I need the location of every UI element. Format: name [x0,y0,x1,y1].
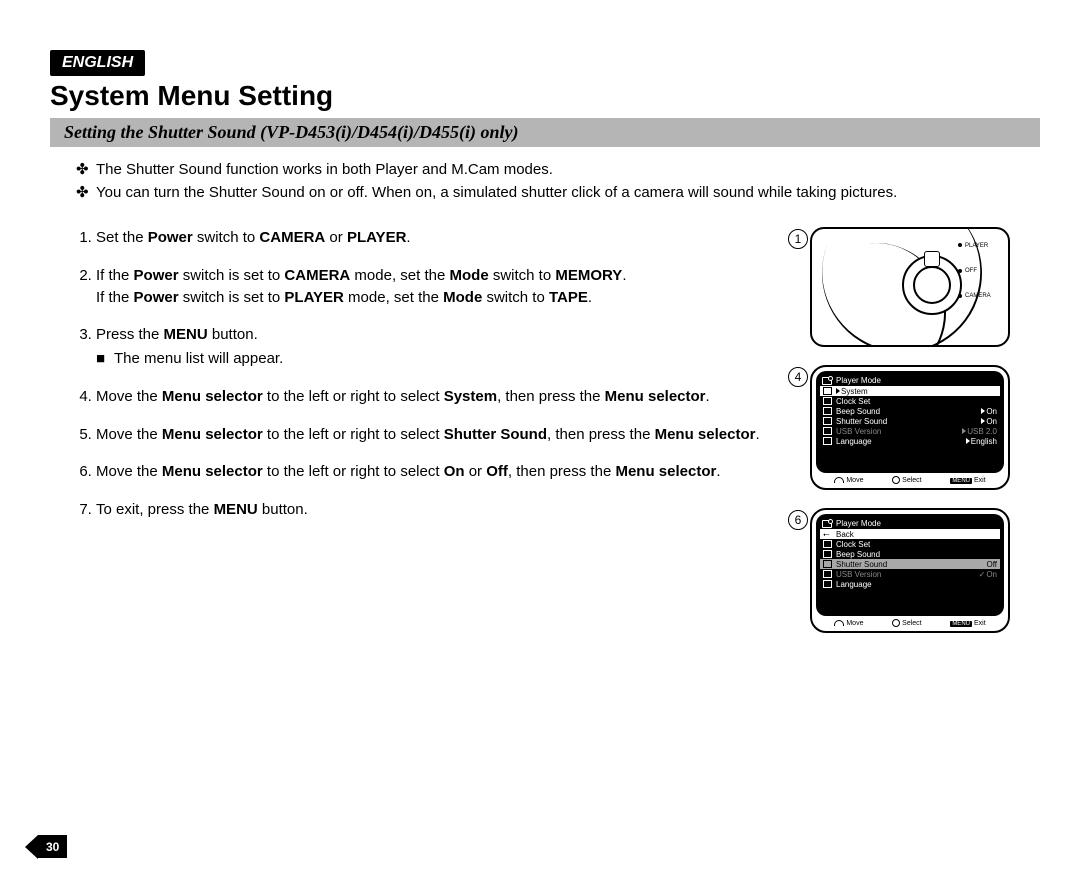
menu-row: LanguageEnglish [820,436,1000,446]
step-item: Set the Power switch to CAMERA or PLAYER… [96,227,810,249]
menu-row: USB VersionUSB 2.0 [820,426,1000,436]
intro-bullet: ✤You can turn the Shutter Sound on or of… [76,182,1040,203]
step-list: Set the Power switch to CAMERA or PLAYER… [96,227,810,521]
language-label: ENGLISH [50,50,145,76]
menu-row: Beep SoundOn [820,406,1000,416]
step-item: Press the MENU button.■The menu list wil… [96,324,810,370]
section-subtitle: Setting the Shutter Sound (VP-D453(i)/D4… [50,118,1040,147]
step-item: Move the Menu selector to the left or ri… [96,386,810,408]
diagram-power-switch: 1 PLAYEROFFCAMERA [810,227,1040,347]
hint-exit: MENUExit [950,477,985,484]
menu-row: USB Version✓On [820,569,1000,579]
page-number: 30 [38,835,67,858]
step-item: To exit, press the MENU button. [96,499,810,521]
menu-row: Shutter SoundOff [820,559,1000,569]
hint-move: Move [834,620,863,627]
menu-row: Shutter SoundOn [820,416,1000,426]
menu-row: System [820,386,1000,396]
diagram-badge: 4 [788,367,808,387]
menu-row: Language [820,579,1000,589]
power-dial-icon [902,255,962,315]
hint-select: Select [892,476,921,484]
page-title: System Menu Setting [50,80,1040,112]
diagram-screen-a: 4 Player ModeSystemClock SetBeep SoundOn… [810,365,1040,490]
menu-row: Clock Set [820,396,1000,406]
diagram-screen-b: 6 Player Mode⭠BackClock SetBeep SoundShu… [810,508,1040,633]
intro-bullets: ✤The Shutter Sound function works in bot… [50,159,1040,203]
switch-labels: PLAYEROFFCAMERA [958,243,998,319]
step-item: If the Power switch is set to CAMERA mod… [96,265,810,309]
intro-bullet: ✤The Shutter Sound function works in bot… [76,159,1040,180]
diagram-badge: 1 [788,229,808,249]
hint-exit: MENUExit [950,620,985,627]
menu-row: ⭠Back [820,529,1000,539]
hint-move: Move [834,477,863,484]
step-item: Move the Menu selector to the left or ri… [96,461,810,483]
hint-select: Select [892,619,921,627]
menu-row: Beep Sound [820,549,1000,559]
diagram-badge: 6 [788,510,808,530]
camera-mode-icon [822,377,832,385]
menu-row: Clock Set [820,539,1000,549]
camera-mode-icon [822,520,832,528]
step-item: Move the Menu selector to the left or ri… [96,424,810,446]
